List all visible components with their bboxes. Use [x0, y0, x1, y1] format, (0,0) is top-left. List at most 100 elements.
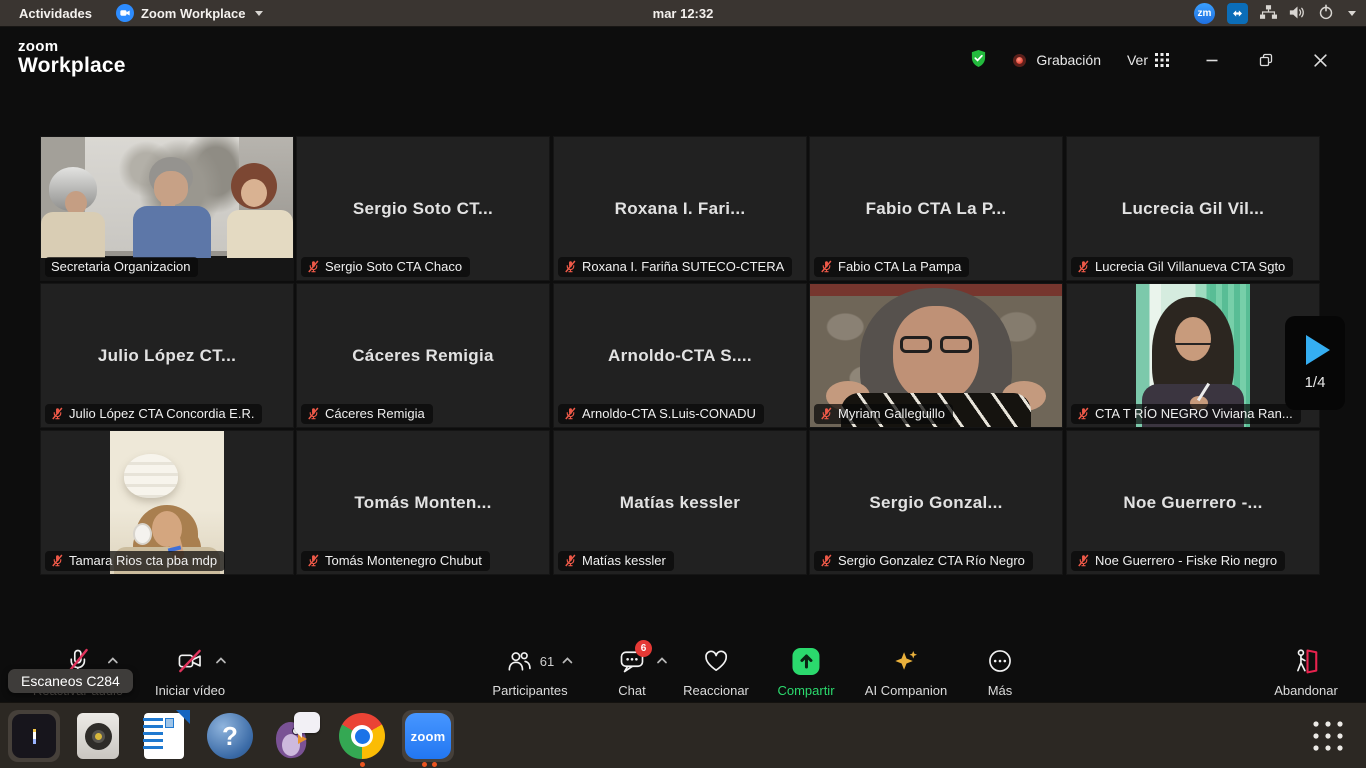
- chat-label: Chat: [618, 683, 645, 698]
- show-applications-button[interactable]: [1306, 714, 1350, 758]
- dock-item-libreoffice-writer[interactable]: [138, 710, 190, 762]
- share-screen-button[interactable]: Compartir: [777, 646, 834, 698]
- zoom-running-dot: [432, 762, 437, 767]
- chat-button[interactable]: 6 Chat: [618, 646, 646, 698]
- app-menu[interactable]: Zoom Workplace: [116, 4, 263, 22]
- page-indicator: 1/4: [1305, 374, 1326, 391]
- chrome-running-dot: [360, 762, 365, 767]
- participant-name-pill: Cáceres Remigia: [301, 404, 433, 424]
- participant-tile[interactable]: Matías kessler Matías kessler: [553, 430, 807, 575]
- react-label: Reaccionar: [683, 683, 749, 698]
- participant-tile[interactable]: Myriam Galleguillo: [809, 283, 1063, 428]
- volume-icon[interactable]: [1289, 5, 1306, 23]
- muted-mic-icon: [820, 407, 833, 420]
- participant-name: CTA T RÍO NEGRO Viviana Ran...: [1095, 406, 1293, 421]
- video-options-chevron-icon[interactable]: [215, 656, 227, 664]
- participants-button[interactable]: 61 Participantes: [492, 646, 567, 698]
- restore-button[interactable]: [1259, 53, 1273, 67]
- dock-item-chrome[interactable]: [336, 710, 388, 762]
- security-shield-icon[interactable]: [970, 49, 987, 71]
- leave-meeting-button[interactable]: Abandonar: [1274, 646, 1338, 698]
- mic-options-chevron-icon[interactable]: [107, 656, 119, 664]
- participants-icon: [506, 647, 534, 675]
- muted-mic-icon: [564, 407, 577, 420]
- start-video-button[interactable]: Iniciar vídeo: [155, 646, 225, 698]
- muted-mic-icon: [307, 260, 320, 273]
- participant-name-pill: Roxana I. Fariña SUTECO-CTERA: [558, 257, 792, 277]
- app-grid-icon: [1308, 716, 1348, 756]
- participant-name: Lucrecia Gil Villanueva CTA Sgto: [1095, 259, 1285, 274]
- participant-tile[interactable]: CTA T RÍO NEGRO Viviana Ran...: [1066, 283, 1320, 428]
- dock-item-speakers[interactable]: [72, 710, 124, 762]
- ai-companion-button[interactable]: AI Companion: [865, 646, 947, 698]
- participant-tile[interactable]: Fabio CTA La P... Fabio CTA La Pampa: [809, 136, 1063, 281]
- chat-unread-badge: 6: [635, 640, 652, 657]
- more-ellipsis-icon: [986, 647, 1014, 675]
- leave-meeting-label: Abandonar: [1274, 683, 1338, 698]
- participant-name: Noe Guerrero - Fiske Rio negro: [1095, 553, 1277, 568]
- recording-indicator[interactable]: Grabación: [1013, 52, 1101, 68]
- participant-tile[interactable]: Lucrecia Gil Vil... Lucrecia Gil Villanu…: [1066, 136, 1320, 281]
- participant-tile[interactable]: Arnoldo-CTA S.... Arnoldo-CTA S.Luis-CON…: [553, 283, 807, 428]
- participant-name-pill: Sergio Gonzalez CTA Río Negro: [814, 551, 1033, 571]
- participant-tile[interactable]: Roxana I. Fari... Roxana I. Fariña SUTEC…: [553, 136, 807, 281]
- dock-item-zoom[interactable]: zoom: [402, 710, 454, 762]
- ai-companion-label: AI Companion: [865, 683, 947, 698]
- participant-display-name: Matías kessler: [620, 493, 740, 513]
- participant-name: Arnoldo-CTA S.Luis-CONADU: [582, 406, 756, 421]
- desktop: Actividades Zoom Workplace mar 12:32 zm: [0, 0, 1366, 768]
- participant-tile[interactable]: Tamara Rios cta pba mdp: [40, 430, 294, 575]
- teamviewer-tray-icon[interactable]: [1227, 3, 1248, 24]
- participant-display-name: Sergio Gonzal...: [869, 493, 1002, 513]
- muted-mic-icon: [564, 554, 577, 567]
- participants-count: 61: [540, 654, 554, 669]
- app-menu-label: Zoom Workplace: [141, 6, 246, 21]
- participant-name: Matías kessler: [582, 553, 666, 568]
- more-button[interactable]: Más: [986, 646, 1014, 698]
- participant-name-pill: Tomás Montenegro Chubut: [301, 551, 490, 571]
- close-button[interactable]: [1313, 53, 1328, 68]
- participant-name-pill: Matías kessler: [558, 551, 674, 571]
- minimize-button[interactable]: [1205, 53, 1219, 67]
- gnome-top-bar: Actividades Zoom Workplace mar 12:32 zm: [0, 0, 1366, 27]
- participant-display-name: Julio López CT...: [98, 346, 236, 366]
- participant-name-pill: Fabio CTA La Pampa: [814, 257, 969, 277]
- participant-tile[interactable]: Cáceres Remigia Cáceres Remigia: [296, 283, 550, 428]
- chat-chevron-icon[interactable]: [656, 656, 668, 664]
- participant-name-pill: Noe Guerrero - Fiske Rio negro: [1071, 551, 1285, 571]
- muted-mic-icon: [51, 407, 64, 420]
- participant-name: Cáceres Remigia: [325, 406, 425, 421]
- participant-display-name: Noe Guerrero -...: [1123, 493, 1262, 513]
- next-page-icon[interactable]: [1306, 335, 1330, 365]
- muted-mic-icon: [1077, 554, 1090, 567]
- participant-tile[interactable]: Noe Guerrero -... Noe Guerrero - Fiske R…: [1066, 430, 1320, 575]
- dock: ? zoom: [0, 702, 1366, 768]
- participant-tile[interactable]: Sergio Gonzal... Sergio Gonzalez CTA Río…: [809, 430, 1063, 575]
- participant-name: Fabio CTA La Pampa: [838, 259, 961, 274]
- react-button[interactable]: Reaccionar: [683, 646, 749, 698]
- dock-item-text-tool[interactable]: [8, 710, 60, 762]
- participant-tile[interactable]: Julio López CT... Julio López CTA Concor…: [40, 283, 294, 428]
- participant-name-pill: Julio López CTA Concordia E.R.: [45, 404, 262, 424]
- clock[interactable]: mar 12:32: [653, 0, 714, 27]
- clock-text: mar 12:32: [653, 6, 714, 21]
- participant-tile[interactable]: Sergio Soto CT... Sergio Soto CTA Chaco: [296, 136, 550, 281]
- dock-item-help[interactable]: ?: [204, 710, 256, 762]
- power-icon[interactable]: [1318, 4, 1334, 23]
- participant-name: Tamara Rios cta pba mdp: [69, 553, 217, 568]
- recording-dot-icon: [1013, 54, 1026, 67]
- participant-tile[interactable]: Tomás Monten... Tomás Montenegro Chubut: [296, 430, 550, 575]
- participant-name-pill: Secretaria Organizacion: [45, 257, 198, 277]
- tray-chevron-icon[interactable]: [1348, 11, 1356, 16]
- muted-mic-icon: [307, 554, 320, 567]
- logo-workplace-text: Workplace: [18, 55, 126, 77]
- logo-zoom-text: zoom: [18, 39, 126, 55]
- view-button[interactable]: Ver: [1127, 52, 1169, 68]
- network-icon[interactable]: [1260, 5, 1277, 22]
- participants-chevron-icon[interactable]: [562, 656, 574, 664]
- participant-name: Julio López CTA Concordia E.R.: [69, 406, 254, 421]
- dock-item-pidgin[interactable]: [270, 710, 322, 762]
- participant-tile[interactable]: Secretaria Organizacion: [40, 136, 294, 281]
- activities-button[interactable]: Actividades: [13, 4, 98, 23]
- zoom-tray-icon[interactable]: zm: [1194, 3, 1215, 24]
